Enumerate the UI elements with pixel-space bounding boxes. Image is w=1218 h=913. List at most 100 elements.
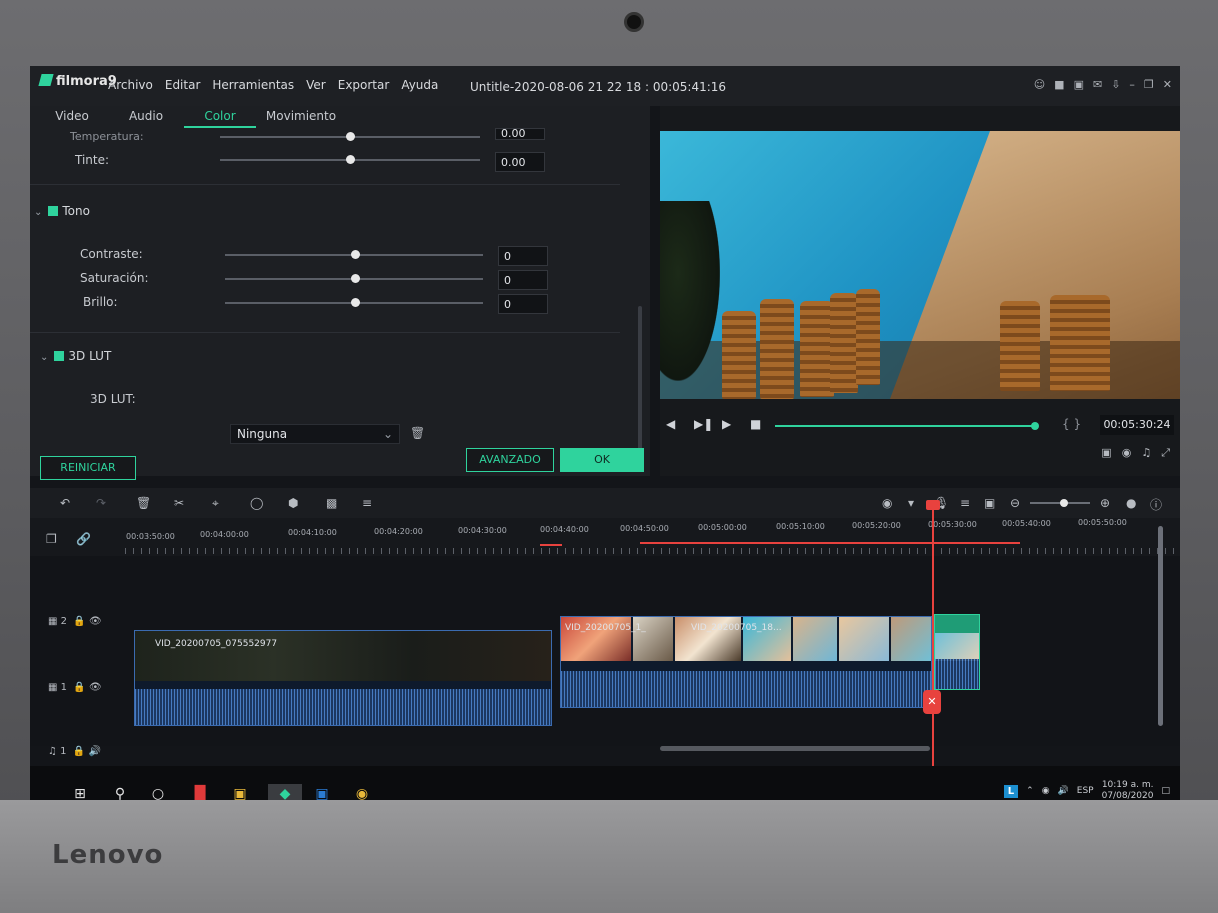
- plant: [660, 201, 720, 381]
- link-icon[interactable]: 🔗: [76, 532, 91, 546]
- brillo-value[interactable]: 0: [498, 294, 548, 314]
- video-clip-end[interactable]: [934, 614, 980, 690]
- cut-icon[interactable]: ✂: [174, 496, 184, 510]
- notifications-icon[interactable]: □: [1161, 786, 1170, 796]
- zoom-out-icon[interactable]: ⊖: [1010, 496, 1020, 510]
- settings-icon[interactable]: ●: [1126, 496, 1136, 510]
- delete-icon[interactable]: 🗑: [136, 496, 151, 510]
- audio-mixer-icon[interactable]: ≡: [362, 496, 372, 510]
- video-clip-main[interactable]: VID_20200705_075552977: [134, 630, 552, 726]
- menu-herramientas[interactable]: Herramientas: [212, 78, 294, 92]
- reset-button[interactable]: REINICIAR: [40, 456, 136, 480]
- tinte-value[interactable]: 0.00: [495, 152, 545, 172]
- contraste-slider[interactable]: [225, 250, 483, 259]
- restore-icon[interactable]: ❐: [1144, 78, 1154, 91]
- clip-label: VID_20200705_075552977: [155, 639, 278, 649]
- tab-audio[interactable]: Audio: [114, 106, 178, 128]
- crop-icon[interactable]: ⌖: [212, 496, 219, 511]
- add-track-icon[interactable]: ❐: [46, 532, 57, 546]
- ruler-ticks: [125, 548, 1175, 554]
- ruler-label: 00:05:30:00: [928, 520, 977, 529]
- stop-icon[interactable]: ■: [750, 417, 761, 431]
- menu-bar: Archivo Editar Herramientas Ver Exportar…: [108, 78, 438, 92]
- advanced-button[interactable]: AVANZADO: [466, 448, 554, 472]
- bracket-icon[interactable]: { }: [1062, 417, 1081, 431]
- track-header-audio1: ♫ 1 🔒 🔊: [48, 746, 101, 757]
- divider: [30, 184, 620, 185]
- lut-section[interactable]: ⌄ 3D LUT: [40, 349, 111, 363]
- menu-ver[interactable]: Ver: [306, 78, 326, 92]
- green-screen-icon[interactable]: ▩: [326, 496, 337, 510]
- undo-icon[interactable]: ↶: [60, 496, 70, 510]
- voiceover-icon[interactable]: ≡: [960, 496, 970, 510]
- zoom-in-icon[interactable]: ⊕: [1100, 496, 1110, 510]
- save-icon[interactable]: ▣: [1074, 78, 1084, 91]
- marker-icon[interactable]: ▾: [908, 496, 914, 510]
- account-icon[interactable]: ☺: [1034, 78, 1045, 91]
- help-icon[interactable]: ⓘ: [1150, 496, 1162, 513]
- tray-app-icon[interactable]: L: [1003, 784, 1019, 798]
- fullscreen-icon[interactable]: ⤢: [1161, 446, 1170, 460]
- color-icon[interactable]: ⬢: [288, 496, 298, 510]
- step-icon[interactable]: ▶❚: [694, 417, 713, 431]
- video-clip-sequence[interactable]: VID_20200705_18... VID_20200705_1_: [560, 616, 932, 708]
- checkbox-icon[interactable]: [54, 351, 65, 361]
- ruler-label: 00:04:00:00: [200, 530, 249, 539]
- tinte-slider[interactable]: [220, 155, 480, 164]
- preview-video[interactable]: [660, 131, 1180, 399]
- mail-icon[interactable]: ✉: [1093, 78, 1102, 91]
- tab-color[interactable]: Color: [184, 106, 256, 128]
- zoom-slider[interactable]: [1030, 499, 1090, 507]
- camera-icon[interactable]: ◉: [1122, 446, 1132, 460]
- timeline-vscroll[interactable]: [1158, 526, 1163, 726]
- monitor-icon[interactable]: ▣: [1101, 446, 1111, 460]
- playback-progress[interactable]: [775, 422, 1039, 430]
- previous-frame-icon[interactable]: ◀: [666, 417, 675, 431]
- redo-icon[interactable]: ↷: [96, 496, 106, 510]
- trash-icon[interactable]: 🗑: [410, 426, 425, 440]
- wooden-post: [722, 311, 756, 399]
- network-icon[interactable]: ◉: [1042, 786, 1050, 796]
- ruler-label: 00:03:50:00: [126, 532, 175, 541]
- tray-up-icon[interactable]: ⌃: [1026, 786, 1034, 796]
- panel-scrollbar[interactable]: [638, 306, 642, 466]
- checkbox-icon[interactable]: [48, 206, 59, 216]
- snapshot-icon[interactable]: ▣: [984, 496, 995, 510]
- timeline-ruler[interactable]: ❐ 🔗 00:03:50:00 00:04:00:00 00:04:10:00 …: [30, 518, 1180, 556]
- cart-icon[interactable]: ■: [1054, 78, 1064, 91]
- timeline-hscroll[interactable]: [660, 746, 930, 751]
- timeline-tracks: ▦ 2 🔒 👁 ▦ 1 🔒 👁 ♫ 1 🔒 🔊 VID_20200705_075…: [30, 556, 1180, 757]
- close-icon[interactable]: ✕: [1163, 78, 1172, 91]
- split-marker-icon[interactable]: ✕: [923, 690, 941, 714]
- menu-exportar[interactable]: Exportar: [338, 78, 390, 92]
- tab-movimiento[interactable]: Movimiento: [256, 106, 346, 128]
- tono-section[interactable]: ⌄ Tono: [34, 204, 90, 218]
- clock[interactable]: 10:19 a. m. 07/08/2020: [1102, 780, 1154, 802]
- speed-icon[interactable]: ◯: [250, 496, 263, 510]
- lut-dropdown[interactable]: Ninguna ⌄: [230, 424, 400, 444]
- play-icon[interactable]: ▶: [722, 417, 731, 431]
- volume-icon[interactable]: ♫: [1141, 446, 1151, 460]
- temperatura-value[interactable]: 0.00: [495, 128, 545, 140]
- wooden-post: [1000, 301, 1040, 391]
- wooden-post: [1050, 295, 1110, 391]
- progress-handle[interactable]: [1030, 422, 1039, 430]
- app-logo: filmora9: [38, 74, 117, 89]
- sound-icon[interactable]: 🔊: [1058, 786, 1069, 796]
- contraste-value[interactable]: 0: [498, 246, 548, 266]
- menu-ayuda[interactable]: Ayuda: [401, 78, 438, 92]
- selection-range: [640, 542, 1020, 544]
- render-icon[interactable]: ◉: [882, 496, 892, 510]
- tab-video[interactable]: Video: [40, 106, 104, 128]
- saturacion-slider[interactable]: [225, 274, 483, 283]
- menu-editar[interactable]: Editar: [165, 78, 201, 92]
- minimize-icon[interactable]: –: [1129, 78, 1135, 91]
- ok-button[interactable]: OK: [560, 448, 644, 472]
- menu-archivo[interactable]: Archivo: [108, 78, 153, 92]
- system-tray: L ⌃ ◉ 🔊 ESP 10:19 a. m. 07/08/2020 □: [1003, 780, 1170, 802]
- download-icon[interactable]: ⇩: [1111, 78, 1120, 91]
- brillo-slider[interactable]: [225, 298, 483, 307]
- temperatura-slider[interactable]: [220, 132, 480, 141]
- saturacion-value[interactable]: 0: [498, 270, 548, 290]
- language-indicator[interactable]: ESP: [1077, 786, 1094, 796]
